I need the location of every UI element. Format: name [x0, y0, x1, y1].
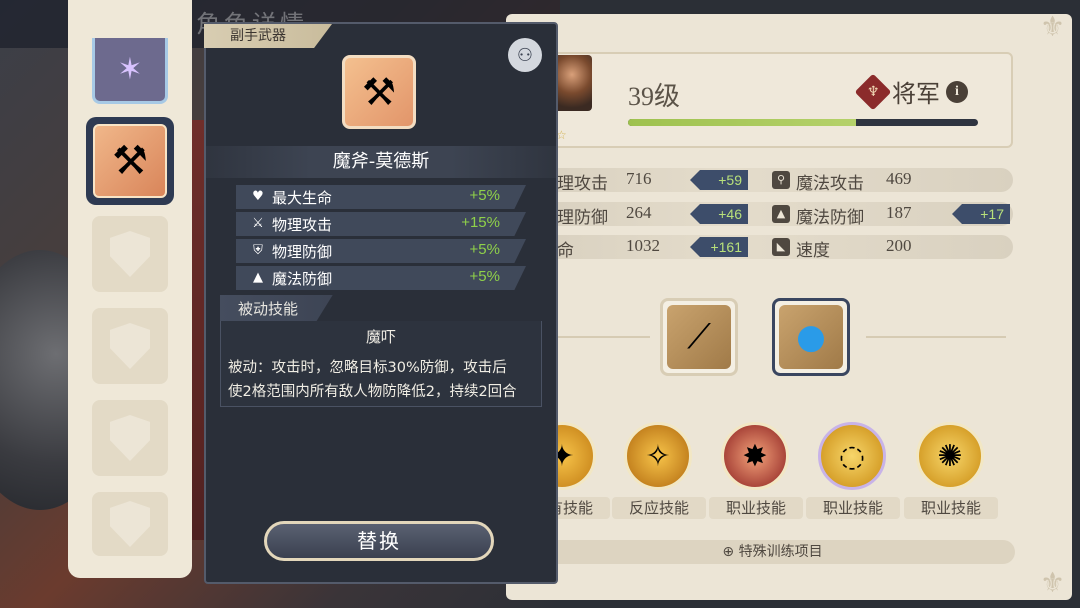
rank-emblem-icon: ♆: [854, 73, 892, 110]
property-value: +5%: [469, 241, 500, 258]
double-axe-icon: ⚒: [342, 55, 416, 129]
search-icon: ⊕: [722, 544, 739, 560]
skill-label: 职业技能: [806, 497, 900, 519]
orb-equipment-slot[interactable]: ✶: [92, 38, 168, 104]
item-name: 魔斧-莫德斯: [206, 146, 556, 178]
passive-skill-name: 魔吓: [365, 328, 396, 346]
accessory-slot[interactable]: ●: [772, 298, 850, 376]
exp-bar: [628, 119, 978, 126]
ornament-divider: [866, 336, 1006, 338]
stat-value: 716: [626, 169, 652, 188]
heart-icon: ♥: [252, 189, 264, 204]
rank-label: 将军: [892, 80, 940, 108]
magnify-icon: ⚇: [516, 44, 534, 66]
stat-value: 469: [886, 169, 912, 188]
stat-value: 200: [886, 236, 912, 255]
item-category-tag: 副手武器: [204, 24, 332, 48]
empty-shield-icon: [110, 231, 150, 277]
skill-desc-line: 被动：攻击时，忽略目标30%防御，攻击后: [228, 360, 507, 376]
property-value: +5%: [469, 268, 500, 285]
info-icon[interactable]: i: [946, 80, 968, 103]
stat-label: 速度: [796, 241, 830, 261]
property-value: +15%: [461, 214, 500, 231]
stat-label: 魔法攻击: [796, 174, 864, 194]
main-weapon-slot[interactable]: ⟋: [660, 298, 738, 376]
property-label: 最大生命: [272, 189, 333, 207]
rank-section: ♆ 将军 i: [854, 73, 968, 110]
stat-bonus: +161: [690, 237, 748, 257]
class-skill-icon[interactable]: ✺: [916, 422, 984, 490]
empty-slot[interactable]: [92, 308, 168, 384]
property-label: 魔法防御: [272, 270, 333, 288]
skill-label: 职业技能: [709, 497, 803, 519]
wizard-hat-icon: ▲: [772, 205, 790, 223]
boot-icon: ◣: [772, 238, 790, 256]
training-label: 特殊训练项目: [738, 544, 823, 560]
reaction-skill-icon[interactable]: ✧: [624, 422, 692, 490]
property-value: +5%: [469, 187, 500, 204]
replace-button[interactable]: 替换: [264, 521, 494, 561]
empty-shield-icon: [110, 501, 150, 547]
special-training-button[interactable]: ⊕ 特殊训练项目: [530, 540, 1015, 564]
character-level: 39级: [628, 82, 681, 111]
corner-ornament-icon: ⚜: [1040, 10, 1066, 43]
property-label: 物理防御: [272, 243, 333, 261]
double-axe-icon: ⚒: [93, 124, 167, 198]
empty-shield-icon: [110, 323, 150, 369]
magic-wand-icon: ⚲: [772, 171, 790, 189]
class-skill-icon[interactable]: ◌: [818, 422, 886, 490]
corner-ornament-icon: ⚜: [1040, 566, 1066, 599]
property-label: 物理攻击: [272, 216, 333, 234]
passive-skill-header: 被动技能: [238, 300, 299, 318]
stat-bonus: +46: [690, 204, 748, 224]
skill-label: 职业技能: [904, 497, 998, 519]
stat-bonus: +59: [690, 170, 748, 190]
preview-button[interactable]: ⚇: [508, 38, 542, 72]
sword-icon: ⚔: [252, 216, 264, 231]
wizard-hat-icon: ▲: [253, 270, 263, 285]
game-scene: 角色详情 ⚜ ⚜ ☆ 39级 ♆ 将军 i ⚔ 物理攻击 716 +59 ⚲ 魔…: [0, 0, 1080, 608]
empty-slot[interactable]: [92, 492, 168, 556]
shield-icon: ⛨: [253, 243, 263, 258]
stat-label: 魔法防御: [796, 208, 864, 228]
exp-bar-fill: [628, 119, 856, 126]
stat-bonus: +17: [952, 204, 1010, 224]
stat-value: 264: [626, 203, 652, 222]
class-skill-icon[interactable]: ✸: [721, 422, 789, 490]
skill-label: 反应技能: [612, 497, 706, 519]
empty-shield-icon: [110, 415, 150, 461]
empty-slot[interactable]: [92, 216, 168, 292]
stat-value: 1032: [626, 236, 660, 255]
skill-desc-line: 使2格范围内所有敌人物防降低2，持续2回合: [228, 384, 517, 400]
spear-icon: ⟋: [667, 305, 731, 369]
magic-orb-icon: ✶: [117, 52, 143, 87]
stat-value: 187: [886, 203, 912, 222]
character-avatar[interactable]: [552, 55, 592, 111]
passive-skill-description: 被动：攻击时，忽略目标30%防御，攻击后 使2格范围内所有敌人物防降低2，持续2…: [228, 356, 540, 404]
blue-orb-icon: ●: [779, 305, 843, 369]
empty-slot[interactable]: [92, 400, 168, 476]
offhand-weapon-slot-selected[interactable]: ⚒: [86, 117, 174, 205]
